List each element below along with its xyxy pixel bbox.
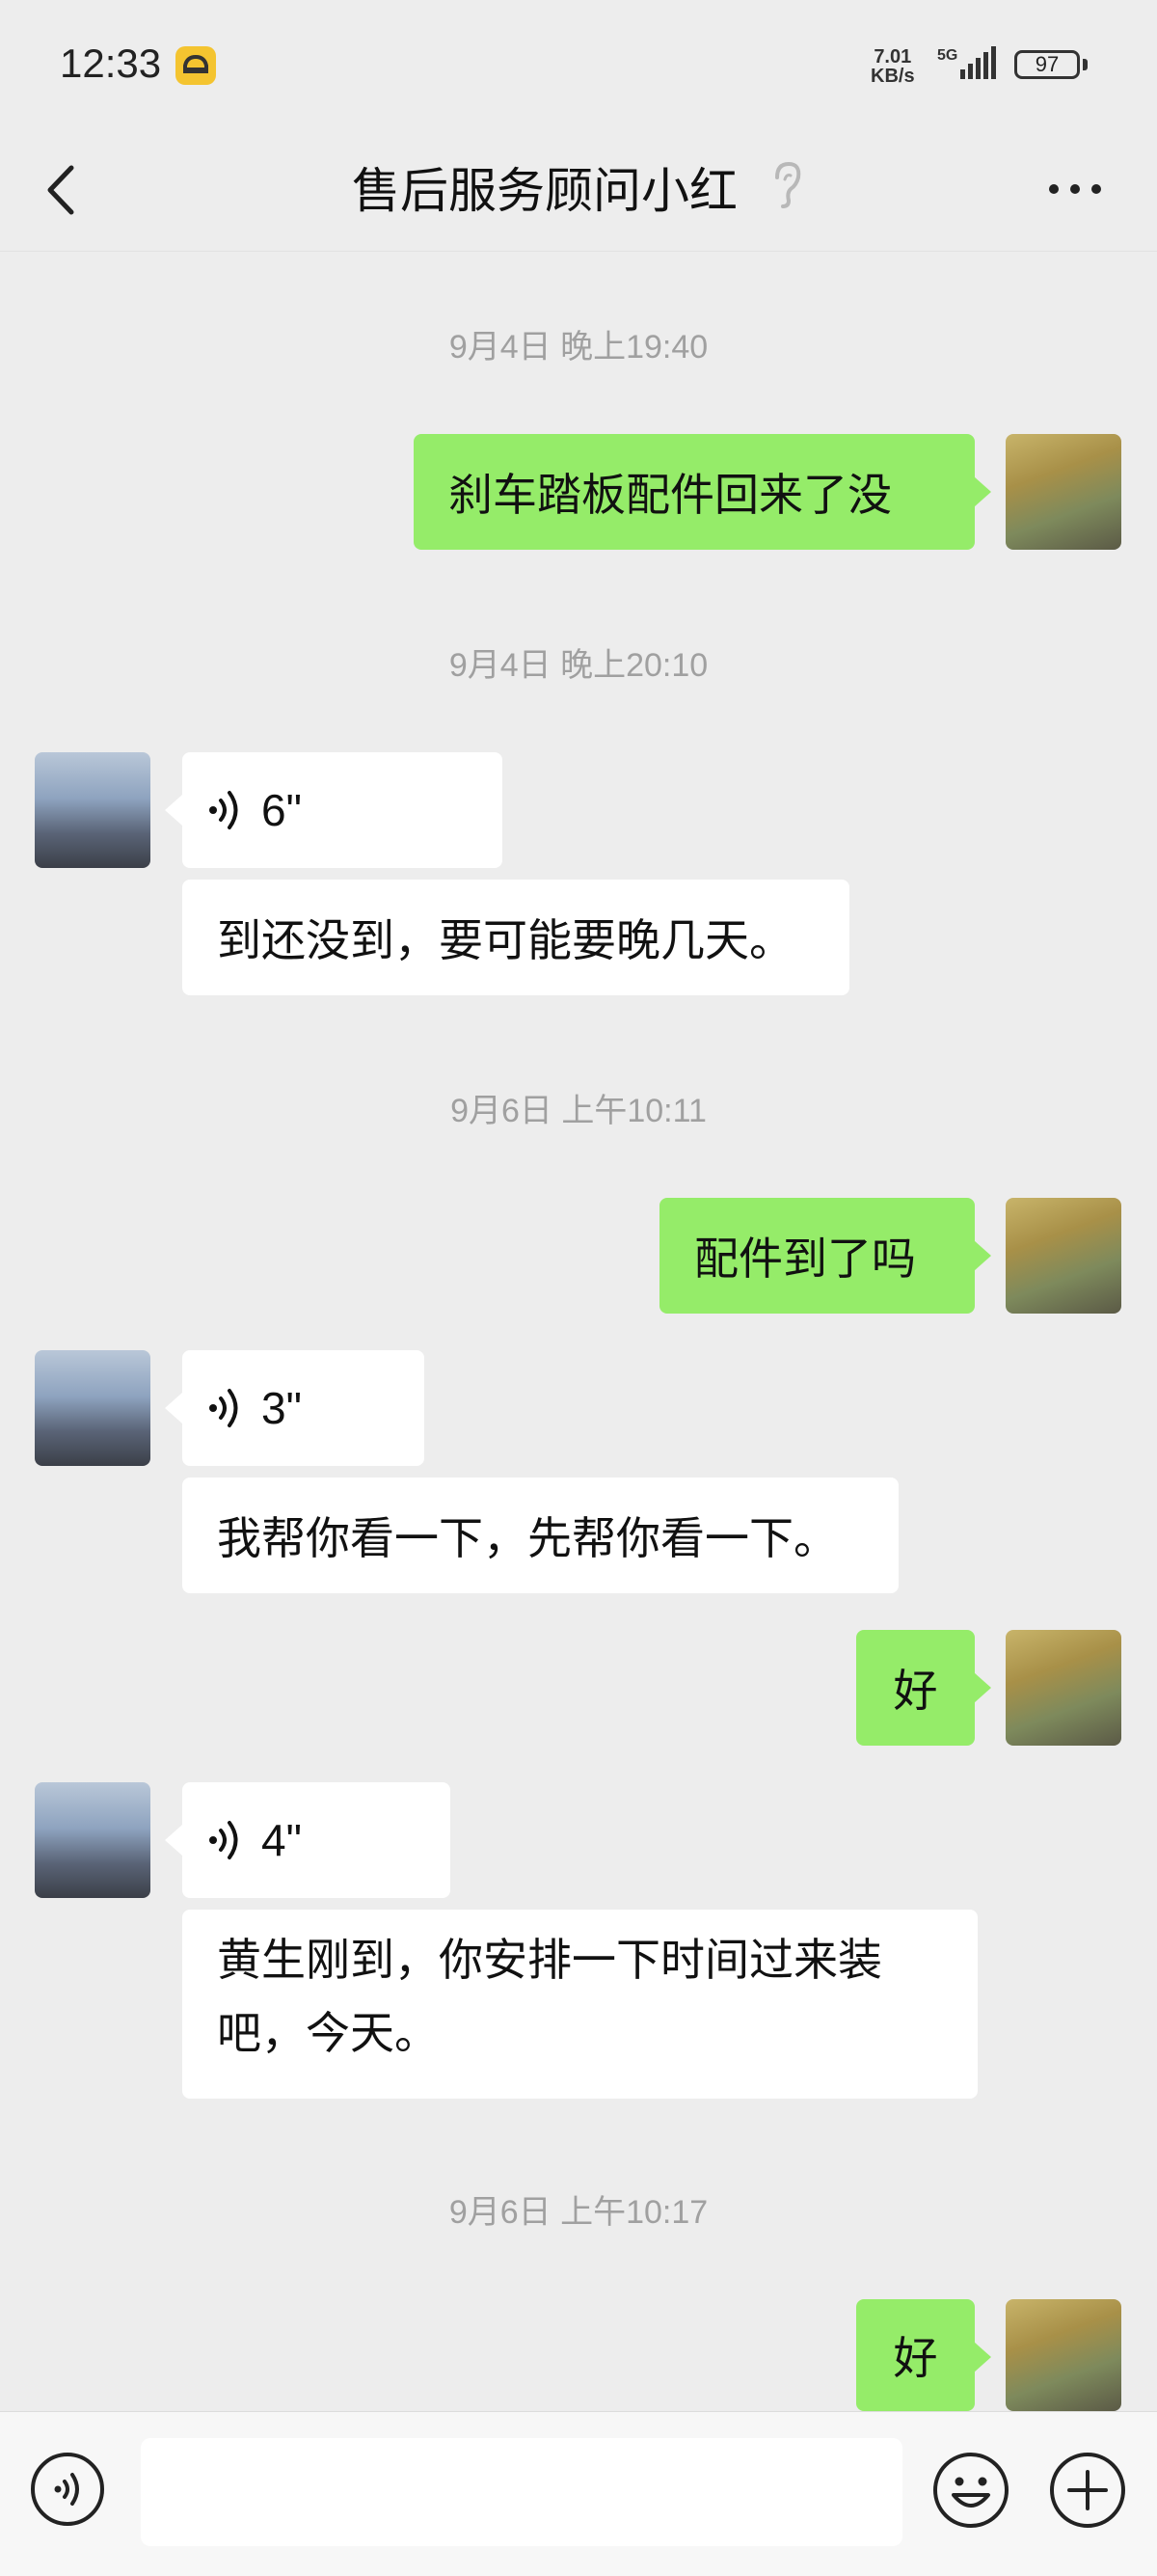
voice-input-icon[interactable]	[29, 2451, 106, 2528]
timestamp: 9月6日 上午10:11	[450, 1093, 707, 1129]
bubble-tail	[165, 1825, 182, 1856]
my-avatar[interactable]	[1006, 434, 1121, 550]
voice-duration: 3"	[261, 1383, 302, 1433]
message-text: 到还没到，要可能要晚几天。	[217, 915, 794, 965]
my-avatar[interactable]	[1006, 1198, 1121, 1314]
battery-tip	[1083, 59, 1088, 70]
network-speed: 7.01 KB/s	[871, 46, 915, 87]
message-text: 配件到了吗	[694, 1234, 916, 1284]
voice-wave-icon	[209, 1821, 238, 1859]
ear-icon	[775, 161, 801, 208]
voice-duration: 6"	[261, 785, 302, 835]
bubble-tail	[165, 1393, 182, 1424]
bubble-tail	[974, 476, 991, 507]
message-text: 好	[893, 2333, 938, 2383]
timestamp: 9月6日 上午10:17	[448, 2194, 709, 2231]
voice-message[interactable]: 3"	[182, 1350, 424, 1466]
car-app-icon	[175, 46, 216, 85]
input-bar	[0, 2411, 1157, 2576]
timestamp: 9月4日 晚上19:40	[448, 329, 709, 366]
message-bubble-outgoing[interactable]: 好	[856, 2299, 975, 2411]
voice-message[interactable]: 4"	[182, 1782, 450, 1898]
battery-indicator: 97	[1014, 50, 1080, 79]
message-bubble-incoming[interactable]: 到还没到，要可能要晚几天。	[182, 880, 849, 995]
bubble-tail	[974, 2342, 991, 2373]
chat-history[interactable]: 9月4日 晚上19:40 刹车踏板配件回来了没 9月4日 晚上20:10 6" …	[0, 251, 1157, 2411]
message-text: 好	[893, 1666, 938, 1716]
emoji-icon[interactable]	[931, 2451, 1010, 2530]
svg-text:5G: 5G	[937, 47, 957, 64]
bubble-tail	[165, 795, 182, 826]
voice-duration: 4"	[261, 1815, 302, 1865]
chat-header: 售后服务顾问小红	[0, 135, 1157, 252]
timestamp: 9月4日 晚上20:10	[448, 647, 709, 684]
message-input[interactable]	[141, 2438, 902, 2546]
agent-avatar[interactable]	[35, 1350, 150, 1466]
agent-avatar[interactable]	[35, 752, 150, 868]
status-time: 12:33	[60, 41, 162, 86]
message-bubble-outgoing[interactable]: 好	[856, 1630, 975, 1746]
voice-message[interactable]: 6"	[182, 752, 502, 868]
voice-wave-icon	[209, 1389, 238, 1427]
my-avatar[interactable]	[1006, 2299, 1121, 2411]
message-bubble-incoming[interactable]: 我帮你看一下，先帮你看一下。	[182, 1478, 899, 1593]
message-text: 黄生刚到，你安排一下时间过来装吧，今天。	[217, 1935, 882, 2058]
agent-avatar[interactable]	[35, 1782, 150, 1898]
chat-title: 售后服务顾问小红	[352, 164, 738, 218]
message-bubble-outgoing[interactable]: 配件到了吗	[659, 1198, 975, 1314]
status-bar: 12:33 7.01 KB/s 5G 97	[0, 0, 1157, 135]
bubble-tail	[974, 1672, 991, 1703]
voice-wave-icon	[209, 791, 238, 829]
plus-icon[interactable]	[1048, 2451, 1127, 2530]
message-bubble-outgoing[interactable]: 刹车踏板配件回来了没	[414, 434, 975, 550]
message-text: 刹车踏板配件回来了没	[448, 470, 892, 520]
more-options-icon[interactable]	[1046, 177, 1104, 201]
my-avatar[interactable]	[1006, 1630, 1121, 1746]
signal-icon: 5G	[937, 46, 996, 79]
message-text: 我帮你看一下，先帮你看一下。	[217, 1513, 838, 1563]
bubble-tail	[974, 1240, 991, 1271]
message-bubble-incoming[interactable]: 黄生刚到，你安排一下时间过来装吧，今天。	[182, 1910, 978, 2099]
